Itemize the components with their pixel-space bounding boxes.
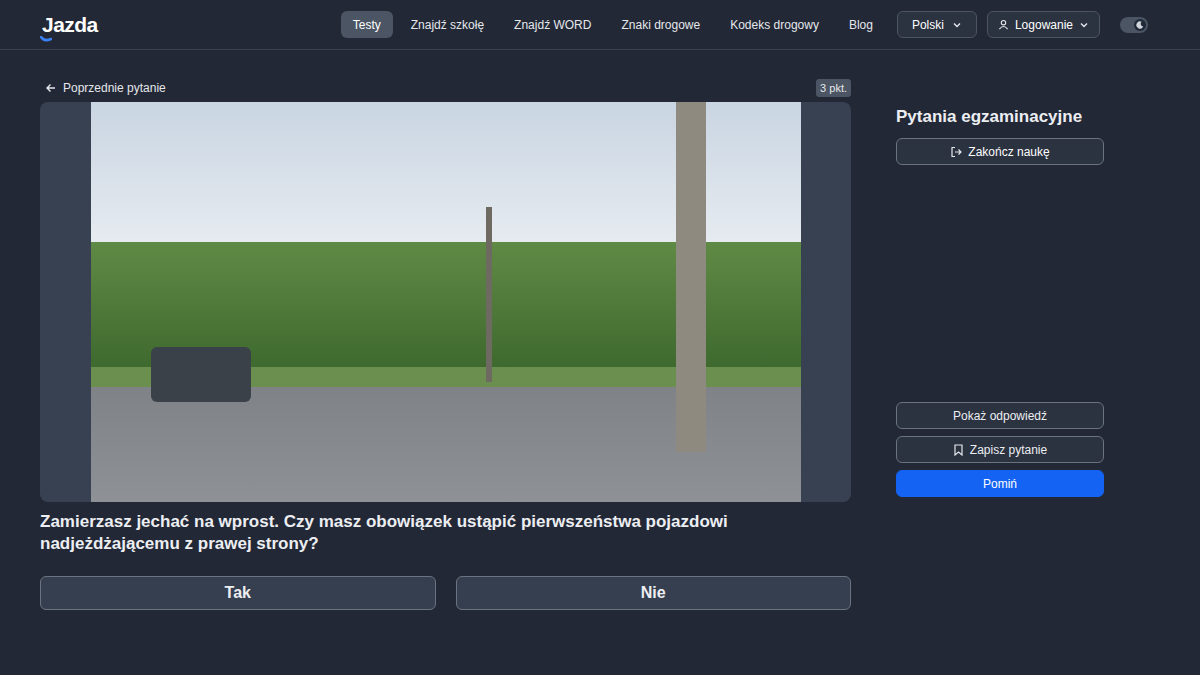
action-list: Pokaż odpowiedź Zapisz pytanie Pomiń [896, 402, 1104, 497]
answer-list: Tak Nie [40, 576, 851, 610]
arrow-left-icon [45, 82, 57, 94]
bookmark-icon [953, 444, 964, 456]
main-nav: TestyZnajdź szkołęZnajdź WORDZnaki drogo… [341, 11, 885, 38]
dark-mode-toggle[interactable] [1120, 17, 1148, 33]
nav-item[interactable]: Znaki drogowe [609, 11, 712, 38]
chevron-down-icon [1079, 20, 1089, 30]
sidebar: Pytania egzaminacyjne Zakończ naukę Poka… [896, 78, 1104, 610]
question-panel: Poprzednie pytanie 3 pkt. Zamierzasz jec… [40, 78, 851, 610]
road-photo [91, 102, 801, 502]
sidebar-title: Pytania egzaminacyjne [896, 106, 1104, 128]
answer-button[interactable]: Tak [40, 576, 436, 610]
moon-icon [1136, 21, 1144, 29]
nav-item[interactable]: Kodeks drogowy [718, 11, 831, 38]
answer-button[interactable]: Nie [456, 576, 852, 610]
chevron-down-icon [952, 20, 962, 30]
question-top-row: Poprzednie pytanie 3 pkt. [40, 78, 851, 98]
content: Poprzednie pytanie 3 pkt. Zamierzasz jec… [0, 50, 1200, 610]
logo[interactable]: Jazda [42, 9, 98, 41]
points-badge: 3 pkt. [816, 79, 851, 98]
nav-item[interactable]: Znajdź WORD [502, 11, 603, 38]
language-dropdown[interactable]: Polski [897, 11, 977, 38]
login-dropdown[interactable]: Logowanie [987, 11, 1100, 38]
top-bar: Jazda TestyZnajdź szkołęZnajdź WORDZnaki… [0, 0, 1200, 50]
question-text: Zamierzasz jechać na wprost. Czy masz ob… [40, 511, 851, 555]
nav-item[interactable]: Znajdź szkołę [399, 11, 496, 38]
end-learning-button[interactable]: Zakończ naukę [896, 138, 1104, 165]
logout-icon [950, 146, 962, 158]
logo-swoosh-icon [40, 36, 52, 42]
nav-item[interactable]: Testy [341, 11, 393, 38]
nav-item[interactable]: Blog [837, 11, 885, 38]
user-icon [998, 19, 1009, 30]
action-button[interactable]: Pokaż odpowiedź [896, 402, 1104, 429]
question-media [40, 102, 851, 502]
action-button[interactable]: Pomiń [896, 470, 1104, 497]
previous-question-link[interactable]: Poprzednie pytanie [40, 79, 166, 97]
action-button[interactable]: Zapisz pytanie [896, 436, 1104, 463]
toggle-knob [1134, 19, 1146, 31]
